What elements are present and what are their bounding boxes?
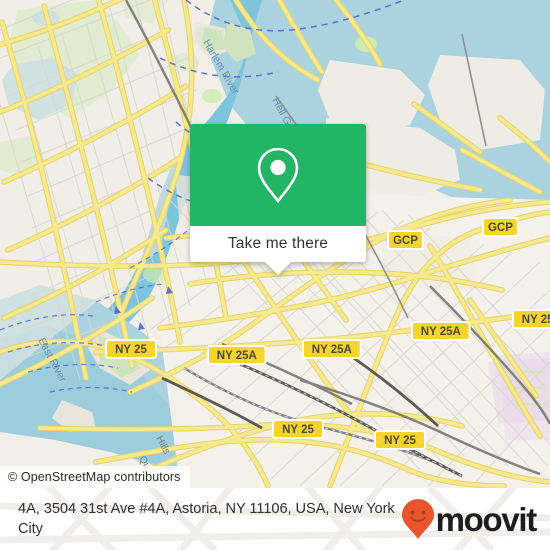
take-me-there-label: Take me there	[227, 235, 329, 252]
moovit-wordmark: moovit	[435, 500, 538, 538]
road-shield-label: GCP	[393, 235, 418, 247]
popup-action[interactable]: Take me there	[190, 226, 366, 262]
road-shield: NY 25A	[207, 345, 267, 365]
road-shield: NY 25	[374, 430, 426, 450]
road-shield: NY 25A	[302, 339, 362, 359]
road-shield-label: NY 25	[282, 424, 314, 436]
location-popup-card[interactable]: Take me there	[190, 124, 366, 275]
road-shield-label: NY 25A	[312, 344, 352, 356]
popup-tail	[265, 262, 291, 275]
road-shield-label: GCP	[488, 222, 513, 234]
footer-bar: 4A, 3504 31st Ave #4A, Astoria, NY 11106…	[0, 488, 550, 550]
road-shield: GCP	[482, 217, 519, 237]
road-shield-label: NY 25A	[522, 314, 550, 326]
map-pin-icon	[257, 147, 299, 204]
road-shield: NY 25A	[512, 309, 550, 329]
road-shield: GCP	[387, 230, 424, 250]
road-shield-label: NY 25	[115, 344, 147, 356]
road-shield-label: NY 25	[384, 435, 416, 447]
moovit-logo[interactable]: moovit	[401, 498, 538, 540]
road-shield-label: NY 25A	[421, 326, 461, 338]
road-shield: NY 25	[272, 419, 324, 439]
attribution-text: © OpenStreetMap contributors	[8, 470, 181, 484]
road-shield: NY 25A	[411, 321, 471, 341]
popup-header	[190, 124, 366, 226]
road-shield: NY 25	[105, 339, 157, 359]
road-shield-label: NY 25A	[217, 350, 257, 362]
footer-address: 4A, 3504 31st Ave #4A, Astoria, NY 11106…	[18, 501, 395, 537]
moovit-map-screenshot: Harlem River East River Hell Gate Hills …	[0, 0, 550, 550]
map-attribution[interactable]: © OpenStreetMap contributors	[0, 466, 190, 488]
moovit-pin-icon	[401, 499, 434, 539]
